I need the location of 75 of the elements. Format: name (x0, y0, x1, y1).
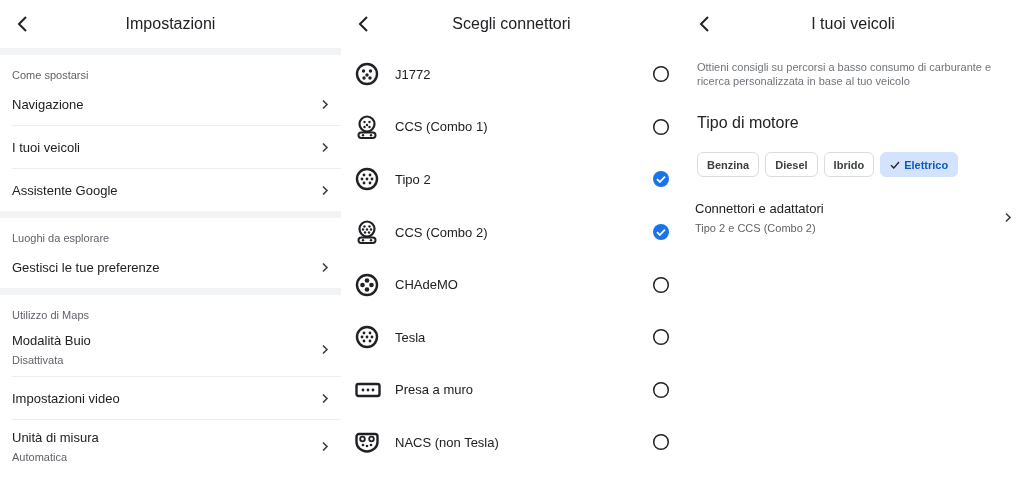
connector-icon (357, 220, 377, 245)
connector-label: Presa a muro (395, 382, 475, 398)
connector-label: Tesla (395, 329, 427, 345)
screen-title: Scegli connettori (452, 15, 571, 33)
connector-option[interactable]: Tesla (341, 310, 682, 364)
radio-button[interactable] (652, 65, 670, 84)
settings-item[interactable]: Gestisci le tue preferenze (0, 246, 341, 288)
item-label: Modalità Buio (12, 333, 91, 348)
settings-item[interactable]: Unità di misura Automatica (0, 420, 341, 473)
connector-option[interactable]: J1772 (341, 48, 682, 101)
engine-chip[interactable]: Diesel (765, 152, 818, 177)
item-label: Assistente Google (12, 182, 118, 198)
item-value: Disattivata (12, 354, 65, 366)
settings-item[interactable]: Assistente Google (0, 169, 341, 211)
chevron-right-icon (321, 141, 329, 153)
item-label: Gestisci le tue preferenze (12, 259, 160, 275)
section-title: Utilizzo di Maps (11, 308, 91, 323)
back-icon (698, 15, 710, 33)
section-heading: Tipo di motore (696, 113, 800, 132)
chevron-right-icon (321, 392, 329, 404)
row-label: Connettori e adattatori (695, 201, 824, 216)
radio-button[interactable] (652, 328, 670, 347)
chevron-right-icon (1004, 212, 1012, 223)
engine-chip[interactable]: Elettrico (880, 152, 959, 177)
connector-option[interactable]: CCS (Combo 1) (341, 100, 682, 154)
section-title: Luoghi da esplorare (11, 231, 111, 246)
settings-item[interactable]: I tuoi veicoli (0, 126, 341, 168)
connector-label: Tipo 2 (395, 172, 432, 187)
engine-chip[interactable]: Ibrido (823, 152, 875, 177)
connector-label: CCS (Combo 1) (395, 119, 489, 135)
connector-option[interactable]: Tipo 2 (341, 153, 682, 206)
chevron-right-icon (321, 98, 329, 110)
connector-label: CHAdeMO (395, 277, 459, 293)
connector-label: CCS (Combo 2) (395, 224, 489, 240)
item-label: I tuoi veicoli (12, 139, 80, 155)
connector-icon (355, 168, 379, 191)
back-icon (16, 15, 28, 33)
radio-button[interactable] (652, 433, 670, 452)
connector-icon (357, 115, 377, 139)
connector-label: NACS (non Tesla) (395, 434, 500, 450)
checked-radio[interactable] (652, 223, 670, 242)
chevron-right-icon (321, 261, 329, 273)
connector-option[interactable]: NACS (non Tesla) (341, 416, 682, 469)
chevron-right-icon (321, 184, 329, 196)
screen-title: I tuoi veicoli (811, 15, 895, 33)
checked-radio[interactable] (652, 170, 670, 189)
connector-option[interactable]: CHAdeMO (341, 258, 682, 311)
engine-chip[interactable]: Benzina (697, 152, 760, 177)
connector-label: J1772 (395, 66, 432, 82)
settings-item[interactable]: Modalità Buio Disattivata (0, 323, 341, 376)
connector-icon (355, 326, 379, 349)
radio-button[interactable] (652, 275, 670, 294)
chevron-right-icon (321, 441, 329, 452)
screen-title: Impostazioni (125, 15, 216, 33)
item-label: Impostazioni video (12, 390, 120, 406)
connector-option[interactable]: CCS (Combo 2) (341, 205, 682, 259)
radio-button[interactable] (652, 380, 670, 399)
section-title: Come spostarsi (11, 68, 90, 83)
settings-item[interactable]: Navigazione (0, 83, 341, 125)
socket-icon (355, 382, 381, 398)
settings-item[interactable]: Impostazioni video (0, 377, 341, 419)
connectors-row[interactable]: Connettori e adattatori Tipo 2 e CCS (Combo 2) (682, 177, 1024, 244)
connector-icon (355, 273, 379, 296)
chevron-right-icon (321, 344, 329, 355)
connector-option[interactable]: Presa a muro (341, 363, 682, 417)
check-icon (890, 159, 901, 170)
item-value: Automatica (12, 451, 69, 463)
description: Ottieni consigli su percorsi a basso consumo di carburante e ricerca personalizzata in base al tuo veicolo (696, 60, 993, 88)
item-label: Unità di misura (12, 430, 99, 445)
connector-icon (355, 433, 379, 454)
connector-icon (355, 63, 379, 86)
row-value: Tipo 2 e CCS (Combo 2) (695, 222, 817, 234)
back-icon (357, 15, 369, 33)
item-label: Navigazione (12, 96, 84, 112)
radio-button[interactable] (652, 117, 670, 136)
